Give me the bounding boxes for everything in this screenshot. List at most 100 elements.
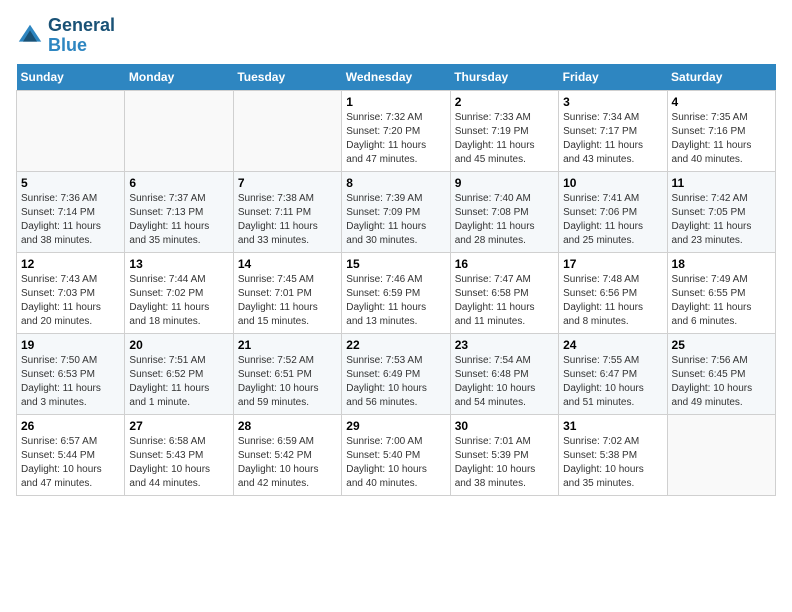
- day-info: Sunrise: 7:01 AM Sunset: 5:39 PM Dayligh…: [455, 435, 554, 491]
- day-of-week-header: Tuesday: [233, 64, 341, 91]
- day-info: Sunrise: 7:44 AM Sunset: 7:02 PM Dayligh…: [129, 273, 228, 329]
- day-number: 30: [455, 419, 554, 433]
- day-info: Sunrise: 6:58 AM Sunset: 5:43 PM Dayligh…: [129, 435, 228, 491]
- day-number: 8: [346, 176, 445, 190]
- day-info: Sunrise: 7:43 AM Sunset: 7:03 PM Dayligh…: [21, 273, 120, 329]
- day-number: 27: [129, 419, 228, 433]
- calendar-cell: 5 Sunrise: 7:36 AM Sunset: 7:14 PM Daylig…: [17, 171, 125, 252]
- calendar-cell: 7Sunrise: 7:38 AM Sunset: 7:11 PM Daylig…: [233, 171, 341, 252]
- day-info: Sunrise: 7:51 AM Sunset: 6:52 PM Dayligh…: [129, 354, 228, 410]
- day-info: Sunrise: 6:59 AM Sunset: 5:42 PM Dayligh…: [238, 435, 337, 491]
- calendar-cell: 26 Sunrise: 6:57 AM Sunset: 5:44 PM Dayli…: [17, 414, 125, 495]
- day-of-week-header: Monday: [125, 64, 233, 91]
- day-info: Sunrise: 7:37 AM Sunset: 7:13 PM Dayligh…: [129, 192, 228, 248]
- calendar-cell: 27 Sunrise: 6:58 AM Sunset: 5:43 PM Dayli…: [125, 414, 233, 495]
- calendar-cell: [125, 90, 233, 171]
- day-info: Sunrise: 6:57 AM Sunset: 5:44 PM Dayligh…: [21, 435, 120, 491]
- calendar-cell: 30 Sunrise: 7:01 AM Sunset: 5:39 PM Dayli…: [450, 414, 558, 495]
- calendar-week-row: 5 Sunrise: 7:36 AM Sunset: 7:14 PM Daylig…: [17, 171, 776, 252]
- calendar-cell: 24 Sunrise: 7:55 AM Sunset: 6:47 PM Dayli…: [559, 333, 667, 414]
- day-info: Sunrise: 7:02 AM Sunset: 5:38 PM Dayligh…: [563, 435, 662, 491]
- calendar-week-row: 26 Sunrise: 6:57 AM Sunset: 5:44 PM Dayli…: [17, 414, 776, 495]
- day-number: 20: [129, 338, 228, 352]
- day-info: Sunrise: 7:54 AM Sunset: 6:48 PM Dayligh…: [455, 354, 554, 410]
- day-of-week-header: Sunday: [17, 64, 125, 91]
- calendar-cell: 12 Sunrise: 7:43 AM Sunset: 7:03 PM Dayli…: [17, 252, 125, 333]
- day-number: 25: [672, 338, 771, 352]
- day-number: 17: [563, 257, 662, 271]
- calendar-cell: 31 Sunrise: 7:02 AM Sunset: 5:38 PM Dayli…: [559, 414, 667, 495]
- day-info: Sunrise: 7:53 AM Sunset: 6:49 PM Dayligh…: [346, 354, 445, 410]
- day-number: 13: [129, 257, 228, 271]
- day-info: Sunrise: 7:50 AM Sunset: 6:53 PM Dayligh…: [21, 354, 120, 410]
- calendar-cell: 28 Sunrise: 6:59 AM Sunset: 5:42 PM Dayli…: [233, 414, 341, 495]
- calendar-cell: 25 Sunrise: 7:56 AM Sunset: 6:45 PM Dayli…: [667, 333, 775, 414]
- calendar-cell: 14 Sunrise: 7:45 AM Sunset: 7:01 PM Dayli…: [233, 252, 341, 333]
- day-number: 11: [672, 176, 771, 190]
- day-number: 1: [346, 95, 445, 109]
- calendar-cell: 20 Sunrise: 7:51 AM Sunset: 6:52 PM Dayli…: [125, 333, 233, 414]
- calendar-cell: 11 Sunrise: 7:42 AM Sunset: 7:05 PM Dayli…: [667, 171, 775, 252]
- day-number: 4: [672, 95, 771, 109]
- day-info: Sunrise: 7:00 AM Sunset: 5:40 PM Dayligh…: [346, 435, 445, 491]
- day-number: 7: [238, 176, 337, 190]
- logo-text: General Blue: [48, 16, 115, 56]
- day-number: 23: [455, 338, 554, 352]
- day-number: 6: [129, 176, 228, 190]
- calendar-cell: 4 Sunrise: 7:35 AM Sunset: 7:16 PM Daylig…: [667, 90, 775, 171]
- day-of-week-header: Friday: [559, 64, 667, 91]
- day-info: Sunrise: 7:42 AM Sunset: 7:05 PM Dayligh…: [672, 192, 771, 248]
- day-number: 19: [21, 338, 120, 352]
- calendar-cell: 19 Sunrise: 7:50 AM Sunset: 6:53 PM Dayli…: [17, 333, 125, 414]
- calendar-cell: 9 Sunrise: 7:40 AM Sunset: 7:08 PM Daylig…: [450, 171, 558, 252]
- day-number: 31: [563, 419, 662, 433]
- calendar-cell: 10Sunrise: 7:41 AM Sunset: 7:06 PM Dayli…: [559, 171, 667, 252]
- day-number: 9: [455, 176, 554, 190]
- day-info: Sunrise: 7:48 AM Sunset: 6:56 PM Dayligh…: [563, 273, 662, 329]
- calendar-table: SundayMondayTuesdayWednesdayThursdayFrid…: [16, 64, 776, 496]
- day-info: Sunrise: 7:52 AM Sunset: 6:51 PM Dayligh…: [238, 354, 337, 410]
- day-info: Sunrise: 7:40 AM Sunset: 7:08 PM Dayligh…: [455, 192, 554, 248]
- logo-icon: [16, 22, 44, 50]
- calendar-cell: 16 Sunrise: 7:47 AM Sunset: 6:58 PM Dayli…: [450, 252, 558, 333]
- day-info: Sunrise: 7:35 AM Sunset: 7:16 PM Dayligh…: [672, 111, 771, 167]
- calendar-week-row: 1 Sunrise: 7:32 AM Sunset: 7:20 PM Daylig…: [17, 90, 776, 171]
- day-info: Sunrise: 7:56 AM Sunset: 6:45 PM Dayligh…: [672, 354, 771, 410]
- day-number: 10: [563, 176, 662, 190]
- day-info: Sunrise: 7:32 AM Sunset: 7:20 PM Dayligh…: [346, 111, 445, 167]
- calendar-header-row: SundayMondayTuesdayWednesdayThursdayFrid…: [17, 64, 776, 91]
- day-info: Sunrise: 7:39 AM Sunset: 7:09 PM Dayligh…: [346, 192, 445, 248]
- day-info: Sunrise: 7:49 AM Sunset: 6:55 PM Dayligh…: [672, 273, 771, 329]
- day-number: 2: [455, 95, 554, 109]
- calendar-cell: 2 Sunrise: 7:33 AM Sunset: 7:19 PM Daylig…: [450, 90, 558, 171]
- page-header: General Blue: [16, 16, 776, 56]
- day-number: 29: [346, 419, 445, 433]
- day-number: 26: [21, 419, 120, 433]
- day-number: 28: [238, 419, 337, 433]
- day-number: 21: [238, 338, 337, 352]
- calendar-cell: 1 Sunrise: 7:32 AM Sunset: 7:20 PM Daylig…: [342, 90, 450, 171]
- day-number: 5: [21, 176, 120, 190]
- day-number: 14: [238, 257, 337, 271]
- calendar-cell: [233, 90, 341, 171]
- calendar-cell: 21 Sunrise: 7:52 AM Sunset: 6:51 PM Dayli…: [233, 333, 341, 414]
- calendar-cell: [17, 90, 125, 171]
- day-info: Sunrise: 7:45 AM Sunset: 7:01 PM Dayligh…: [238, 273, 337, 329]
- day-number: 16: [455, 257, 554, 271]
- day-info: Sunrise: 7:34 AM Sunset: 7:17 PM Dayligh…: [563, 111, 662, 167]
- day-info: Sunrise: 7:33 AM Sunset: 7:19 PM Dayligh…: [455, 111, 554, 167]
- calendar-cell: 18Sunrise: 7:49 AM Sunset: 6:55 PM Dayli…: [667, 252, 775, 333]
- day-number: 12: [21, 257, 120, 271]
- calendar-cell: 8 Sunrise: 7:39 AM Sunset: 7:09 PM Daylig…: [342, 171, 450, 252]
- calendar-cell: 3Sunrise: 7:34 AM Sunset: 7:17 PM Daylig…: [559, 90, 667, 171]
- day-info: Sunrise: 7:36 AM Sunset: 7:14 PM Dayligh…: [21, 192, 120, 248]
- day-number: 24: [563, 338, 662, 352]
- calendar-cell: 29 Sunrise: 7:00 AM Sunset: 5:40 PM Dayli…: [342, 414, 450, 495]
- calendar-cell: 6 Sunrise: 7:37 AM Sunset: 7:13 PM Daylig…: [125, 171, 233, 252]
- day-info: Sunrise: 7:55 AM Sunset: 6:47 PM Dayligh…: [563, 354, 662, 410]
- calendar-cell: [667, 414, 775, 495]
- day-info: Sunrise: 7:47 AM Sunset: 6:58 PM Dayligh…: [455, 273, 554, 329]
- day-info: Sunrise: 7:46 AM Sunset: 6:59 PM Dayligh…: [346, 273, 445, 329]
- calendar-cell: 23 Sunrise: 7:54 AM Sunset: 6:48 PM Dayli…: [450, 333, 558, 414]
- calendar-week-row: 12 Sunrise: 7:43 AM Sunset: 7:03 PM Dayli…: [17, 252, 776, 333]
